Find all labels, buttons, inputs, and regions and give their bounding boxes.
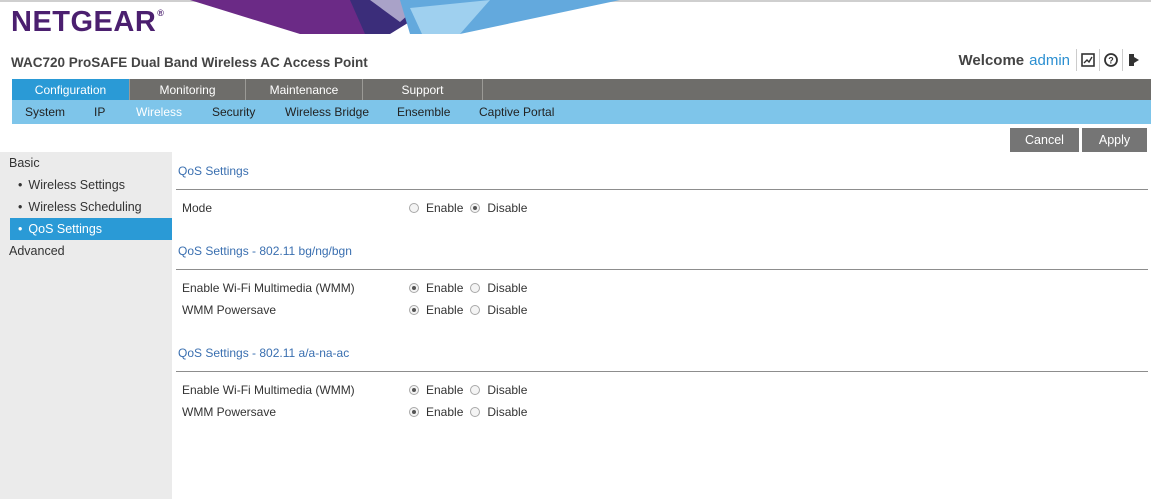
subnav-captive-portal[interactable]: Captive Portal — [479, 100, 554, 124]
tab-monitoring[interactable]: Monitoring — [130, 79, 246, 100]
bg-powersave-label: WMM Powersave — [182, 303, 277, 317]
tab-configuration[interactable]: Configuration — [12, 79, 130, 100]
option-label: Enable — [426, 405, 464, 419]
sidebar-item-wireless-scheduling[interactable]: • Wireless Scheduling — [10, 196, 172, 218]
bullet: • — [18, 200, 23, 214]
sidebar-item-wireless-settings[interactable]: • Wireless Settings — [10, 174, 172, 196]
option-label: Enable — [426, 281, 464, 295]
a-powersave-label: WMM Powersave — [182, 405, 277, 419]
option-label: Enable — [426, 201, 464, 215]
logs-icon[interactable] — [1076, 49, 1099, 71]
mode-radio-group: Enable Disable — [409, 201, 534, 215]
qos-bg-title: QoS Settings - 802.11 bg/ng/bgn — [178, 244, 352, 258]
divider — [176, 269, 1148, 270]
product-title: WAC720 ProSAFE Dual Band Wireless AC Acc… — [11, 55, 368, 70]
option-label: Disable — [487, 201, 528, 215]
tab-maintenance[interactable]: Maintenance — [246, 79, 363, 100]
divider — [176, 189, 1148, 190]
sidebar-item-label: Wireless Settings — [28, 178, 125, 192]
a-wmm-disable-radio[interactable] — [470, 385, 481, 395]
bullet: • — [18, 178, 23, 192]
subnav-wireless-bridge[interactable]: Wireless Bridge — [285, 100, 369, 124]
sidebar-item-label: QoS Settings — [28, 222, 103, 236]
sidebar-basic[interactable]: Basic — [9, 156, 40, 170]
tab-support[interactable]: Support — [363, 79, 483, 100]
bg-wmm-label: Enable Wi-Fi Multimedia (WMM) — [182, 281, 355, 295]
bg-wmm-enable-radio[interactable] — [409, 283, 419, 293]
divider — [176, 371, 1148, 372]
a-powersave-radio-group: Enable Disable — [409, 405, 534, 419]
svg-text:?: ? — [1108, 56, 1114, 66]
subnav-ensemble[interactable]: Ensemble — [397, 100, 450, 124]
subnav-system[interactable]: System — [25, 100, 65, 124]
mode-disable-radio[interactable] — [470, 203, 481, 213]
option-label: Enable — [426, 303, 464, 317]
subnav-ip[interactable]: IP — [94, 100, 105, 124]
main-nav: Configuration Monitoring Maintenance Sup… — [12, 79, 1151, 100]
option-label: Enable — [426, 383, 464, 397]
bg-powersave-disable-radio[interactable] — [470, 305, 481, 315]
mode-enable-radio[interactable] — [409, 203, 419, 213]
subnav-wireless[interactable]: Wireless — [136, 100, 182, 124]
username: admin — [1029, 51, 1070, 69]
a-wmm-enable-radio[interactable] — [409, 385, 419, 395]
sidebar: Basic • Wireless Settings • Wireless Sched… — [0, 152, 172, 499]
sidebar-item-label: Wireless Scheduling — [28, 200, 142, 214]
a-wmm-label: Enable Wi-Fi Multimedia (WMM) — [182, 383, 355, 397]
option-label: Disable — [487, 303, 528, 317]
a-wmm-radio-group: Enable Disable — [409, 383, 534, 397]
sub-nav: System IP Wireless Security Wireless Bri… — [12, 100, 1151, 124]
qos-a-title: QoS Settings - 802.11 a/a-na-ac — [178, 346, 350, 360]
bg-powersave-enable-radio[interactable] — [409, 305, 419, 315]
a-powersave-disable-radio[interactable] — [470, 407, 481, 417]
logout-icon[interactable] — [1122, 49, 1145, 71]
banner-graphic — [190, 0, 620, 34]
cancel-button[interactable]: Cancel — [1010, 128, 1079, 152]
sidebar-advanced[interactable]: Advanced — [9, 244, 65, 258]
option-label: Disable — [487, 383, 528, 397]
subnav-security[interactable]: Security — [212, 100, 255, 124]
bg-wmm-disable-radio[interactable] — [470, 283, 481, 293]
mode-label: Mode — [182, 201, 213, 215]
help-icon[interactable]: ? — [1099, 49, 1122, 71]
apply-button[interactable]: Apply — [1082, 128, 1147, 152]
welcome-area: Welcome admin ? — [959, 49, 1145, 71]
option-label: Disable — [487, 281, 528, 295]
option-label: Disable — [487, 405, 528, 419]
qos-section-title: QoS Settings — [178, 164, 249, 178]
bg-wmm-radio-group: Enable Disable — [409, 281, 534, 295]
sidebar-item-qos-settings[interactable]: • QoS Settings — [10, 218, 172, 240]
netgear-logo[interactable]: NETGEAR® — [11, 6, 164, 39]
bullet: • — [18, 222, 23, 236]
welcome-label: Welcome — [958, 51, 1025, 69]
bg-powersave-radio-group: Enable Disable — [409, 303, 534, 317]
a-powersave-enable-radio[interactable] — [409, 407, 419, 417]
